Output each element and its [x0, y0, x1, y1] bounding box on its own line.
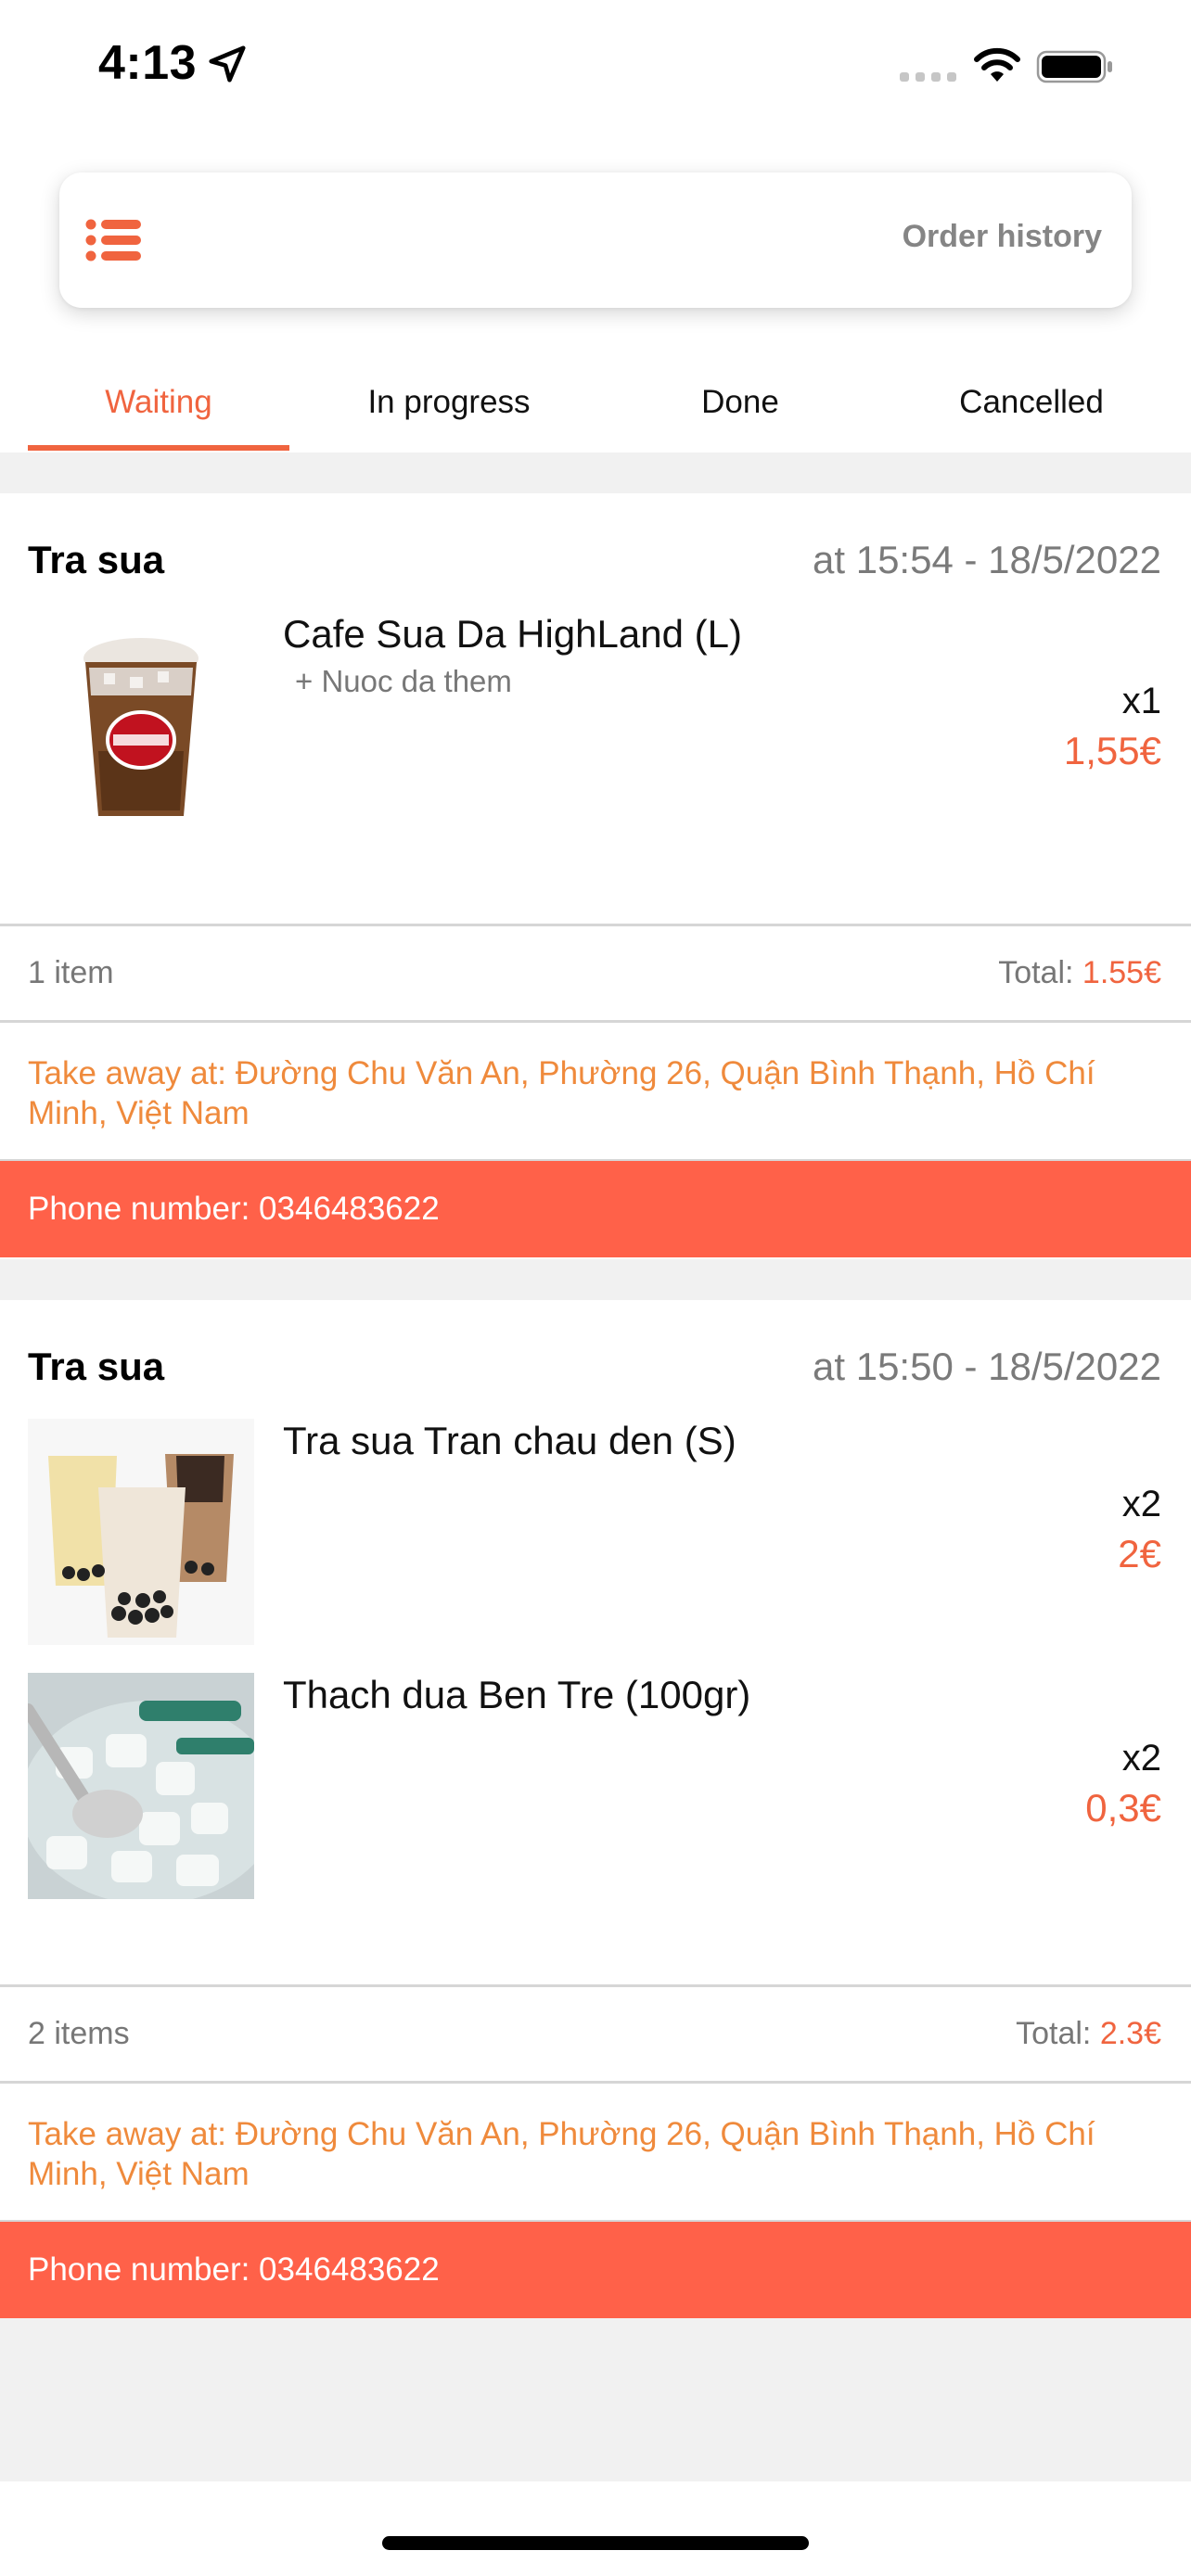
- item-price: 1,55€: [1063, 729, 1161, 772]
- bubble-milk-tea-image: [28, 1419, 254, 1645]
- phone-number-bar[interactable]: Phone number: 0346483622: [0, 2222, 1191, 2318]
- divider: [0, 924, 1191, 926]
- order-total: Total: 1.55€: [998, 955, 1161, 991]
- item-count: 1 item: [28, 955, 114, 990]
- status-time: 4:13: [98, 36, 198, 90]
- tab-waiting[interactable]: Waiting: [13, 352, 304, 453]
- order-history-screen: 4:13 Order history Waiting In progress D…: [0, 0, 1191, 2576]
- tab-done[interactable]: Done: [595, 352, 886, 453]
- list-icon[interactable]: [85, 219, 141, 261]
- order-total: Total: 2.3€: [1016, 2016, 1161, 2052]
- iced-coffee-cup-image: [83, 638, 198, 816]
- item-quantity: x2: [1121, 1484, 1161, 1524]
- item-name: Tra sua Tran chau den (S): [283, 1419, 736, 1462]
- item-quantity: x1: [1121, 681, 1161, 721]
- section-separator: [0, 1259, 1191, 1300]
- item-name: Thach dua Ben Tre (100gr): [283, 1673, 751, 1716]
- page-title: Order history: [902, 219, 1102, 254]
- list-bottom-padding: [0, 2318, 1191, 2481]
- total-label: Total:: [998, 955, 1082, 990]
- divider: [0, 1984, 1191, 1987]
- item-quantity: x2: [1121, 1738, 1161, 1779]
- item-price: 2€: [1118, 1532, 1161, 1575]
- shop-name: Tra sua: [28, 1345, 165, 1388]
- item-image: [28, 1419, 254, 1645]
- coconut-jelly-image: [28, 1673, 254, 1899]
- item-count: 2 items: [28, 2016, 130, 2051]
- divider: [0, 2081, 1191, 2084]
- active-tab-indicator: [28, 445, 289, 451]
- order-time: at 15:54 - 18/5/2022: [813, 538, 1161, 581]
- pickup-address: Take away at: Đường Chu Văn An, Phường 2…: [28, 1055, 1095, 1131]
- item-image: [28, 1673, 254, 1899]
- item-price: 0,3€: [1085, 1786, 1161, 1830]
- home-indicator[interactable]: [382, 2536, 809, 2550]
- location-arrow-icon: [209, 45, 246, 83]
- total-value: 1.55€: [1082, 955, 1161, 990]
- order-time: at 15:50 - 18/5/2022: [813, 1345, 1161, 1388]
- order-card[interactable]: Tra sua at 15:50 - 18/5/2022 Tra sua Tra…: [0, 1300, 1191, 2318]
- tab-cancelled[interactable]: Cancelled: [886, 352, 1177, 453]
- header-card: Order history: [59, 172, 1132, 308]
- battery-icon: [1036, 50, 1112, 83]
- total-label: Total:: [1016, 2016, 1100, 2051]
- item-option: + Nuoc da them: [295, 664, 512, 698]
- wifi-icon: [974, 47, 1020, 82]
- status-bar: 4:13: [0, 0, 1191, 134]
- order-card[interactable]: Tra sua at 15:54 - 18/5/2022 Cafe Sua Da…: [0, 493, 1191, 1259]
- total-value: 2.3€: [1099, 2016, 1161, 2051]
- item-name: Cafe Sua Da HighLand (L): [283, 612, 742, 656]
- shop-name: Tra sua: [28, 538, 165, 581]
- pickup-address: Take away at: Đường Chu Văn An, Phường 2…: [28, 2116, 1095, 2192]
- section-separator: [0, 453, 1191, 493]
- signal-icon: [900, 72, 956, 82]
- item-image: [28, 612, 254, 838]
- tab-in-progress[interactable]: In progress: [303, 352, 595, 453]
- phone-number-bar[interactable]: Phone number: 0346483622: [0, 1161, 1191, 1257]
- order-status-tabs: Waiting In progress Done Cancelled: [0, 352, 1191, 453]
- divider: [0, 1020, 1191, 1023]
